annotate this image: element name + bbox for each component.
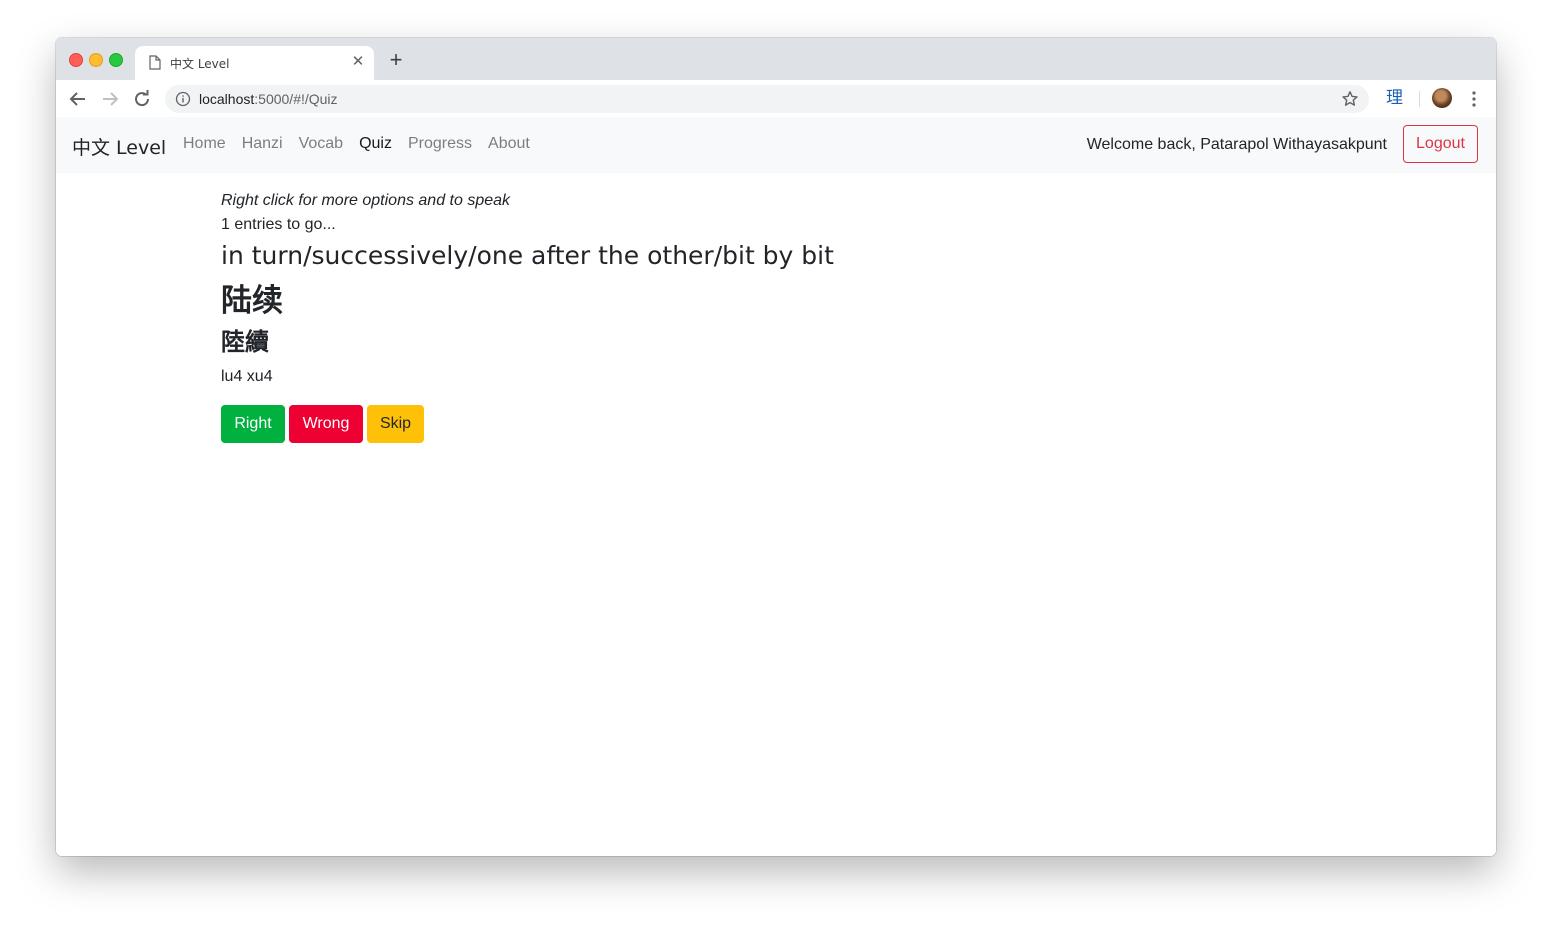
remaining-count: 1 entries to go...: [221, 216, 336, 233]
tab-title: 中文 Level: [170, 57, 230, 71]
quiz-card[interactable]: Right click for more options and to spea…: [221, 189, 834, 443]
minimize-window-button[interactable]: [89, 53, 103, 67]
extension-icon[interactable]: 理: [1386, 89, 1403, 107]
profile-avatar[interactable]: [1432, 88, 1452, 108]
brand-logo[interactable]: 中文 Level: [72, 133, 166, 160]
right-button[interactable]: Right: [221, 405, 285, 443]
nav-link-progress[interactable]: Progress: [408, 135, 472, 153]
pinyin-text: lu4 xu4: [221, 368, 273, 385]
skip-button[interactable]: Skip: [367, 405, 424, 443]
back-icon[interactable]: [66, 87, 90, 111]
hint-text: Right click for more options and to spea…: [221, 192, 511, 209]
reload-icon[interactable]: [130, 87, 154, 111]
info-icon[interactable]: [175, 91, 191, 107]
maximize-window-button[interactable]: [109, 53, 123, 67]
nav-link-hanzi[interactable]: Hanzi: [242, 135, 283, 153]
traditional-hanzi: 陸續: [221, 328, 269, 356]
logout-button[interactable]: Logout: [1403, 125, 1478, 163]
document-icon: [149, 55, 161, 70]
wrong-button[interactable]: Wrong: [289, 405, 363, 443]
nav-links: Home Hanzi Vocab Quiz Progress About: [183, 135, 530, 153]
kebab-menu-icon[interactable]: [1464, 89, 1484, 109]
browser-window: 中文 Level ✕ + localhost:5000/#!/Quiz 理 中文…: [56, 38, 1496, 856]
quiz-actions: Right Wrong Skip: [221, 405, 834, 443]
close-tab-icon[interactable]: ✕: [350, 54, 366, 70]
nav-link-vocab[interactable]: Vocab: [299, 135, 343, 153]
simplified-hanzi: 陆续: [221, 283, 283, 319]
close-window-button[interactable]: [69, 53, 83, 67]
new-tab-button[interactable]: +: [386, 49, 406, 71]
browser-tab[interactable]: 中文 Level ✕: [135, 46, 374, 80]
english-meaning: in turn/successively/one after the other…: [221, 241, 834, 270]
site-navbar: 中文 Level Home Hanzi Vocab Quiz Progress …: [56, 117, 1496, 173]
page-content: 中文 Level Home Hanzi Vocab Quiz Progress …: [56, 117, 1496, 856]
welcome-message: Welcome back, Patarapol Withayasakpunt: [1086, 136, 1387, 153]
url-text[interactable]: localhost:5000/#!/Quiz: [199, 91, 338, 107]
bookmark-star-icon[interactable]: [1341, 90, 1359, 108]
tab-strip: 中文 Level ✕ +: [56, 38, 1496, 80]
nav-link-quiz[interactable]: Quiz: [359, 135, 392, 153]
nav-link-home[interactable]: Home: [183, 135, 226, 153]
browser-toolbar: localhost:5000/#!/Quiz 理: [56, 80, 1496, 118]
forward-icon[interactable]: [98, 87, 122, 111]
toolbar-divider: [1419, 91, 1420, 107]
address-bar[interactable]: localhost:5000/#!/Quiz: [165, 85, 1369, 113]
nav-link-about[interactable]: About: [488, 135, 530, 153]
